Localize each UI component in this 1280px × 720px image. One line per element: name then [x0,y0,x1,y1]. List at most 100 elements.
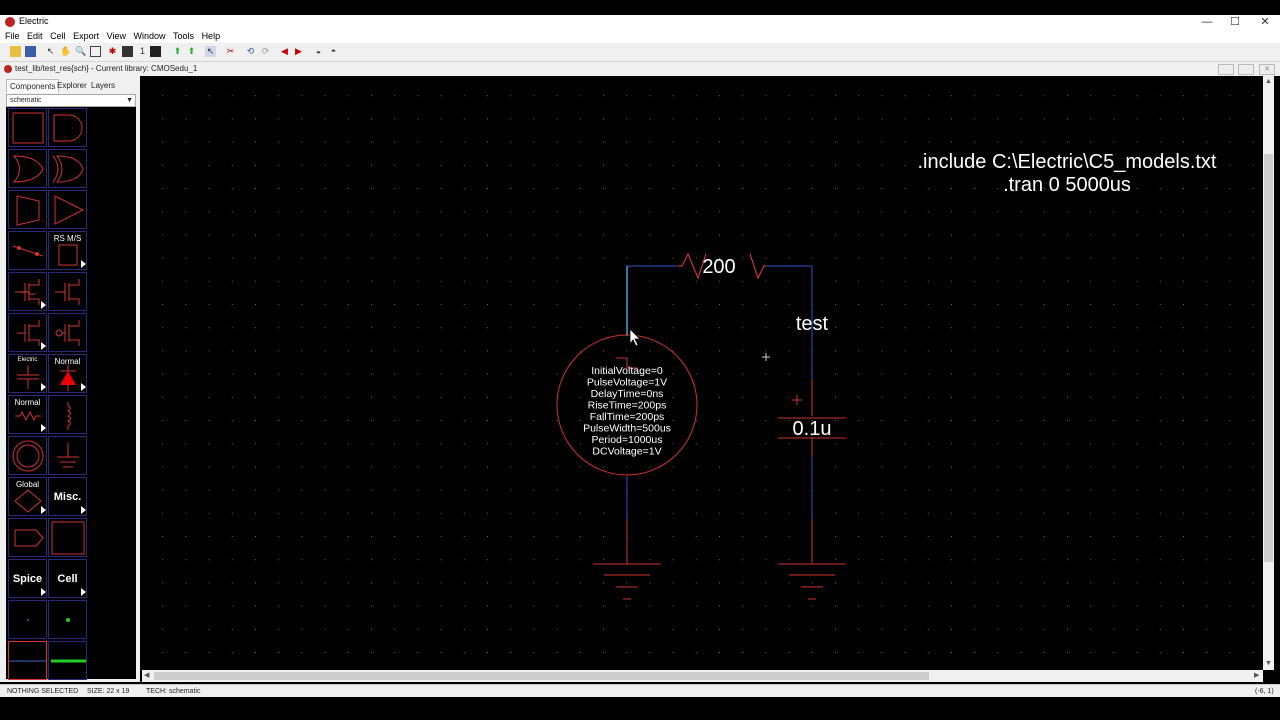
palette-global-label: Global [15,480,40,489]
palette-wire-pin[interactable] [8,231,47,270]
back-arrow-icon[interactable]: ◀ [279,46,290,57]
source-param-initial-voltage: InitialVoltage=0 [591,365,663,377]
expand-icon[interactable]: ◒ [313,46,324,57]
save-icon[interactable] [25,46,36,57]
arc-icon[interactable] [150,46,161,57]
palette-resistor[interactable]: Normal [8,395,47,434]
submenu-arrow-icon [81,260,86,268]
palette-mux[interactable] [8,190,47,229]
palette-bus-arc[interactable] [48,641,87,680]
net-label-test[interactable]: test [796,313,829,335]
open-folder-icon[interactable] [10,46,21,57]
horizontal-scrollbar[interactable]: ◀ ▶ [142,670,1263,682]
palette-nmos-transistor[interactable] [8,272,47,311]
palette-cell[interactable]: Cell [48,559,87,598]
zoom-icon[interactable]: 🔍 [75,46,86,57]
palette-diode[interactable]: Normal [48,354,87,393]
doc-close-button[interactable]: ✕ [1259,64,1275,75]
palette-pmos-transistor[interactable] [48,272,87,311]
palette-buffer[interactable] [48,190,87,229]
forward-arrow-icon[interactable]: ▶ [293,46,304,57]
tab-components[interactable]: Components [6,79,60,93]
palette-misc[interactable]: Misc. [48,477,87,516]
maximize-button[interactable]: ☐ [1220,15,1250,30]
minimize-button[interactable]: — [1192,15,1222,30]
menu-window[interactable]: Window [134,30,166,43]
doc-minimize-button[interactable] [1218,64,1234,75]
palette-ground[interactable] [48,436,87,475]
palette-bus-pin[interactable] [48,600,87,639]
palette-misc-label: Misc. [53,491,82,503]
technology-value: schematic [10,97,42,104]
palette-jfet[interactable] [8,313,47,352]
palette-inductor[interactable] [48,395,87,434]
palette-off-page[interactable] [8,518,47,557]
spice-tran-line[interactable]: .tran 0 5000us [1003,174,1131,196]
vertical-scroll-thumb[interactable] [1264,154,1273,562]
palette-normal-label: Normal [54,357,81,366]
document-icon [4,65,12,73]
source-param-period: Period=1000us [592,434,663,446]
zoom-box-icon[interactable] [90,46,101,57]
document-title-bar: test_lib/test_res{sch} - Current library… [0,62,1280,76]
redo-icon[interactable]: ⟳ [260,46,271,57]
source-param-delay-time: DelayTime=0ns [591,388,664,400]
measure-icon[interactable] [122,46,133,57]
schematic-canvas[interactable]: .include C:\Electric\C5_models.txt .tran… [142,76,1263,670]
place-cell-icon[interactable]: ⬆ [172,46,183,57]
doc-restore-button[interactable] [1238,64,1254,75]
spice-include-line[interactable]: .include C:\Electric\C5_models.txt [917,151,1216,173]
place-export-icon[interactable]: ⬆ [186,46,197,57]
palette-capacitor[interactable]: Electric [8,354,47,393]
submenu-arrow-icon [81,506,86,514]
tab-layers[interactable]: Layers [88,79,118,92]
palette-and-gate[interactable] [48,108,87,147]
menu-edit[interactable]: Edit [27,30,43,43]
component-palette: RS M/S Electric Normal Normal Global Mis… [6,107,136,680]
undo-icon[interactable]: ⟲ [245,46,256,57]
unexpand-icon[interactable]: ◓ [328,46,339,57]
special-select-icon[interactable]: ✂ [225,46,236,57]
palette-pin-node[interactable] [8,600,47,639]
vertical-scrollbar[interactable]: ▲ ▼ [1263,76,1274,670]
menu-tools[interactable]: Tools [173,30,194,43]
select-objects-icon[interactable]: ↖ [205,46,216,57]
scroll-up-icon[interactable]: ▲ [1265,78,1272,85]
palette-source[interactable] [8,436,47,475]
submenu-arrow-icon [81,383,86,391]
close-button[interactable]: ✕ [1250,15,1280,30]
source-param-fall-time: FallTime=200ps [590,411,665,423]
scroll-right-icon[interactable]: ▶ [1254,671,1259,679]
scroll-left-icon[interactable]: ◀ [144,671,149,679]
palette-electric-label: Electric [17,357,38,363]
window-title: Electric [19,16,49,26]
grid-scale-label: 1 [139,46,145,56]
palette-bjt[interactable] [48,313,87,352]
submenu-arrow-icon [41,383,46,391]
palette-or-gate[interactable] [8,149,47,188]
scroll-down-icon[interactable]: ▼ [1265,660,1272,667]
title-bar: Electric — ☐ ✕ [0,15,1280,30]
technology-select[interactable]: schematic ▼ [6,94,136,107]
capacitor-value-label[interactable]: 0.1u [793,418,832,440]
select-arrow-icon[interactable]: ↖ [45,46,56,57]
menu-view[interactable]: View [107,30,126,43]
menu-help[interactable]: Help [202,30,221,43]
pan-hand-icon[interactable]: ✋ [60,46,71,57]
palette-cell-box[interactable] [48,518,87,557]
palette-xor-gate[interactable] [48,149,87,188]
menu-file[interactable]: File [5,30,20,43]
palette-box[interactable] [8,108,47,147]
palette-global[interactable]: Global [8,477,47,516]
palette-wire-arc[interactable] [8,641,47,680]
palette-spice[interactable]: Spice [8,559,47,598]
horizontal-scroll-thumb[interactable] [154,672,929,680]
toolbar: ↖ ✋ 🔍 ✱ 1 ⬆ ⬆ ↖ ✂ ⟲ ⟳ ◀ ▶ ◒ ◓ [0,43,1280,62]
menu-export[interactable]: Export [73,30,99,43]
resistor-value-label[interactable]: 200 [702,256,735,278]
menu-cell[interactable]: Cell [50,30,66,43]
outline-edit-icon[interactable]: ✱ [107,46,118,57]
component-panel: Components Explorer Layers schematic ▼ R… [0,76,140,682]
palette-flipflop[interactable]: RS M/S [48,231,87,270]
tab-explorer[interactable]: Explorer [54,79,90,92]
